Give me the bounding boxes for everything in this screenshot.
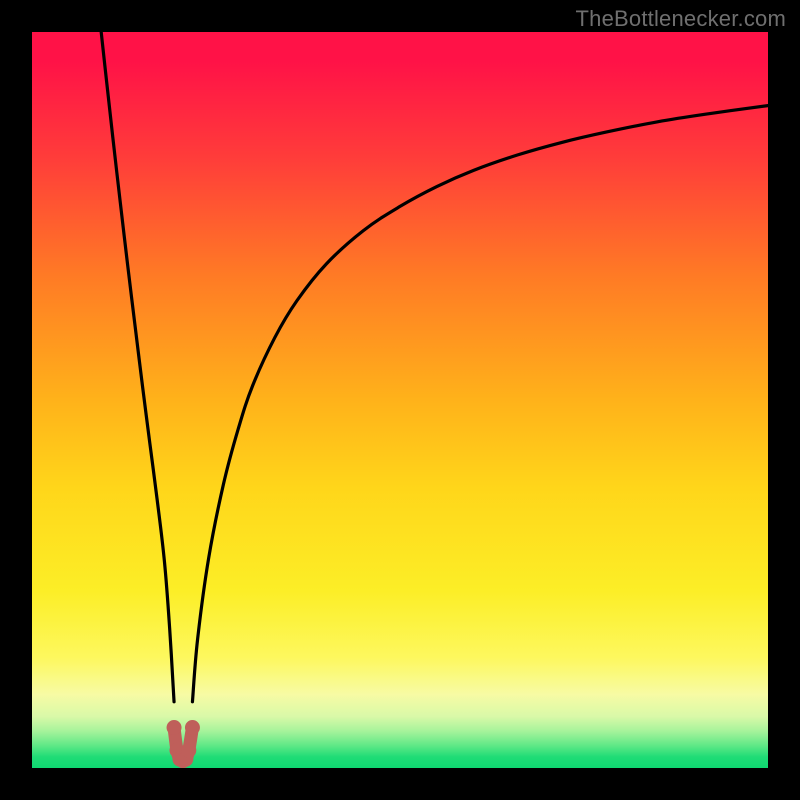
watermark-text: TheBottlenecker.com: [576, 6, 786, 32]
plot-area: [32, 32, 768, 768]
curve-layer: [32, 32, 768, 768]
notch-dot: [167, 720, 182, 735]
notch-dot: [181, 743, 196, 758]
curve-left-branch: [101, 32, 174, 702]
chart-frame: TheBottlenecker.com: [0, 0, 800, 800]
curve-right-branch: [192, 106, 768, 702]
notch-dot: [185, 720, 200, 735]
